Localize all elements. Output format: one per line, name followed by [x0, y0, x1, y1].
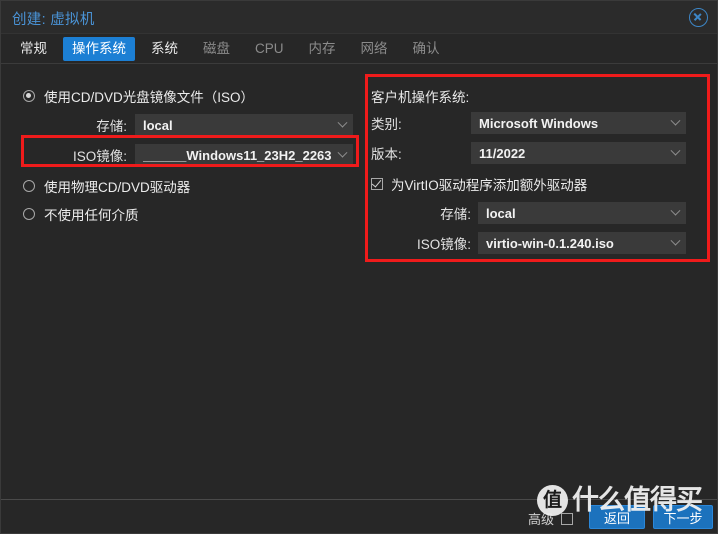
label-os-category: 类别: — [371, 117, 402, 132]
chevron-down-icon — [670, 145, 681, 156]
tab-os[interactable]: 操作系统 — [63, 36, 135, 61]
radio-indicator-no-media — [23, 208, 35, 220]
radio-label-iso: 使用CD/DVD光盘镜像文件（ISO） — [44, 90, 255, 105]
checkbox-label-virtio: 为VirtIO驱动程序添加额外驱动器 — [391, 178, 588, 193]
label-virtio-iso: ISO镜像: — [416, 237, 471, 252]
label-virtio-storage: 存储: — [440, 207, 471, 222]
dialog-body: 使用CD/DVD光盘镜像文件（ISO） 存储: local ISO镜像: ___… — [1, 64, 717, 500]
checkbox-indicator-virtio — [371, 178, 383, 190]
field-row-os-category: 类别: Microsoft Windows — [371, 112, 686, 134]
chevron-down-icon — [337, 117, 348, 128]
tab-cpu[interactable]: CPU — [246, 37, 293, 61]
select-storage-value: local — [143, 117, 173, 133]
chevron-down-icon — [670, 115, 681, 126]
tab-confirm[interactable]: 确认 — [404, 37, 449, 61]
select-iso-image[interactable]: ______Windows11_23H2_2263' — [135, 144, 353, 166]
back-button[interactable]: 返回 — [589, 505, 645, 529]
dialog-titlebar: 创建: 虚拟机 — [1, 1, 717, 34]
dialog-title: 创建: 虚拟机 — [12, 12, 95, 28]
tab-memory[interactable]: 内存 — [300, 37, 345, 61]
wizard-tabbar: 常规 操作系统 系统 磁盘 CPU 内存 网络 确认 — [1, 34, 717, 64]
radio-no-media[interactable]: 不使用任何介质 — [23, 204, 139, 224]
radio-use-iso-file[interactable]: 使用CD/DVD光盘镜像文件（ISO） — [23, 86, 254, 106]
select-iso-image-value: ______Windows11_23H2_2263' — [143, 147, 331, 163]
radio-indicator-iso — [23, 90, 35, 102]
tab-system[interactable]: 系统 — [142, 37, 187, 61]
create-vm-dialog: 创建: 虚拟机 常规 操作系统 系统 磁盘 CPU 内存 网络 确认 使用CD/… — [0, 0, 718, 534]
field-row-iso-image: ISO镜像: ______Windows11_23H2_2263' — [23, 144, 353, 166]
tab-disks[interactable]: 磁盘 — [194, 37, 239, 61]
chevron-down-icon — [337, 147, 348, 158]
checkbox-indicator-advanced — [561, 512, 574, 525]
tab-network[interactable]: 网络 — [352, 37, 397, 61]
checkbox-label-advanced: 高级 — [528, 512, 555, 527]
radio-label-no-media: 不使用任何介质 — [44, 208, 139, 223]
field-row-virtio-storage: 存储: local — [371, 202, 686, 224]
chevron-down-icon — [670, 205, 681, 216]
checkbox-add-virtio-drivers[interactable]: 为VirtIO驱动程序添加额外驱动器 — [371, 174, 587, 194]
label-storage: 存储: — [96, 119, 127, 134]
chevron-down-icon — [670, 235, 681, 246]
field-row-storage: 存储: local — [23, 114, 353, 136]
select-virtio-storage-value: local — [486, 205, 516, 221]
label-iso-image: ISO镜像: — [72, 149, 127, 164]
select-os-version-value: 11/2022 — [479, 145, 526, 161]
tab-general[interactable]: 常规 — [11, 37, 56, 61]
select-storage[interactable]: local — [135, 114, 353, 136]
dialog-footer: 高级 返回 下一步 — [1, 499, 717, 533]
close-icon[interactable] — [689, 8, 708, 27]
radio-label-physical: 使用物理CD/DVD驱动器 — [44, 180, 191, 195]
radio-indicator-physical — [23, 180, 35, 192]
select-os-version[interactable]: 11/2022 — [471, 142, 686, 164]
label-os-version: 版本: — [371, 147, 402, 162]
select-os-category-value: Microsoft Windows — [479, 115, 599, 131]
radio-use-physical-drive[interactable]: 使用物理CD/DVD驱动器 — [23, 176, 190, 196]
select-virtio-iso-value: virtio-win-0.1.240.iso — [486, 235, 614, 251]
select-virtio-storage[interactable]: local — [478, 202, 686, 224]
select-virtio-iso[interactable]: virtio-win-0.1.240.iso — [478, 232, 686, 254]
next-button[interactable]: 下一步 — [653, 505, 713, 529]
select-os-category[interactable]: Microsoft Windows — [471, 112, 686, 134]
field-row-virtio-iso: ISO镜像: virtio-win-0.1.240.iso — [371, 232, 686, 254]
guest-os-heading: 客户机操作系统: — [371, 90, 470, 105]
checkbox-advanced[interactable]: 高级 — [528, 509, 581, 528]
field-row-os-version: 版本: 11/2022 — [371, 142, 686, 164]
